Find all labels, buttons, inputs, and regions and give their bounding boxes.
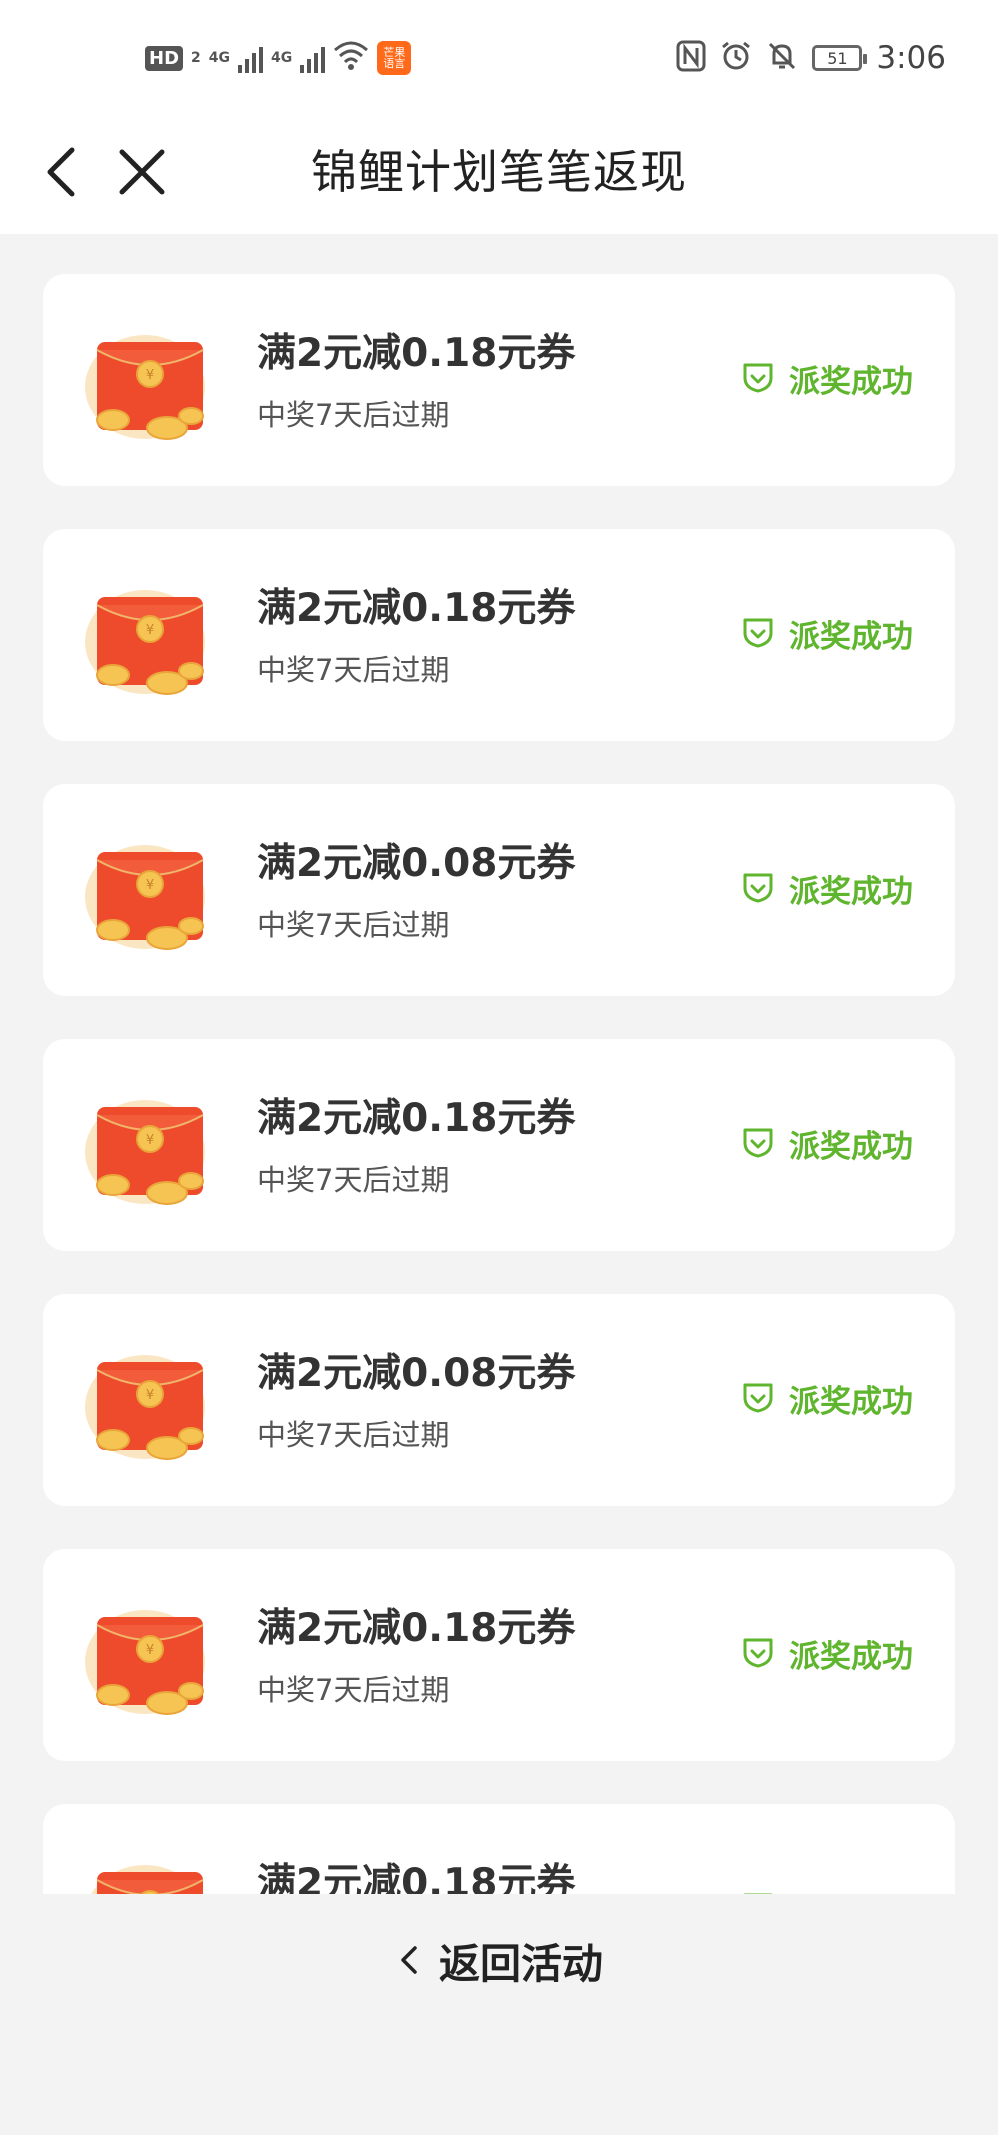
status-badge: 派奖成功	[741, 1121, 913, 1166]
red-envelope-icon: ¥	[83, 1097, 213, 1207]
reward-card[interactable]: ¥ 满2元减0.08元券中奖7天后过期 派奖成功	[43, 1294, 955, 1506]
wifi-icon	[333, 40, 369, 77]
signal-icon-2	[300, 43, 326, 73]
coupon-title: 满2元减0.18元券	[257, 586, 576, 631]
reward-card[interactable]: ¥ 满2元减0.18元券中奖7天后过期 派奖成功	[43, 274, 955, 486]
status-label: 派奖成功	[789, 1129, 913, 1165]
coupon-title: 满2元减0.18元券	[257, 1606, 576, 1651]
red-envelope-icon: ¥	[83, 587, 213, 697]
back-to-activity-button[interactable]: 返回活动	[0, 1930, 998, 1990]
status-label: 派奖成功	[789, 619, 913, 655]
status-badge: 派奖成功	[741, 356, 913, 401]
reward-card[interactable]: ¥满2元减0.18元券中奖7天后过期派奖成功	[43, 1804, 955, 1894]
red-envelope-icon: ¥	[83, 332, 213, 442]
reward-card[interactable]: ¥ 满2元减0.08元券中奖7天后过期 派奖成功	[43, 784, 955, 996]
battery-icon: 51	[812, 45, 868, 71]
mute-bell-icon	[766, 40, 798, 76]
shield-check-icon	[741, 615, 775, 653]
coupon-expiry: 中奖7天后过期	[257, 1418, 450, 1452]
reward-card[interactable]: ¥ 满2元减0.18元券中奖7天后过期 派奖成功	[43, 529, 955, 741]
coupon-title: 满2元减0.08元券	[257, 841, 576, 886]
status-badge: 派奖成功	[741, 866, 913, 911]
navigation-bar: 锦鲤计划笔笔返现	[0, 112, 998, 234]
coupon-title: 满2元减0.18元券	[257, 1861, 576, 1894]
shield-check-icon	[741, 1125, 775, 1163]
svg-text:¥: ¥	[146, 1133, 154, 1148]
signal-icon	[238, 43, 263, 73]
svg-text:¥: ¥	[146, 623, 154, 638]
status-badge: 派奖成功	[741, 611, 913, 656]
hd-badge: HD	[145, 45, 184, 71]
network-type-1: 4G	[208, 50, 230, 66]
reward-list: ¥ 满2元减0.18元券 中奖7天后过期 派奖成功 ¥ 满2元减0.18元券 中奖7天后过期…	[0, 234, 998, 1894]
status-label: 派奖成功	[789, 364, 913, 400]
coupon-expiry: 中奖7天后过期	[257, 908, 450, 942]
coupon-expiry: 中奖7天后过期	[257, 1163, 450, 1197]
network-type-2: 4G	[271, 50, 293, 66]
status-right: 51 3:06	[676, 38, 946, 78]
shield-check-icon	[741, 360, 775, 398]
status-label: 派奖成功	[789, 1639, 913, 1675]
coupon-expiry: 中奖7天后过期	[257, 398, 450, 432]
status-bar: HD 2 4G 4G 芒果 语言 51 3:06	[0, 0, 998, 112]
alarm-icon	[720, 40, 752, 76]
coupon-title: 满2元减0.18元券	[257, 331, 576, 376]
status-badge: 派奖成功	[741, 1631, 913, 1676]
coupon-title: 满2元减0.08元券	[257, 1351, 576, 1396]
back-to-activity-label: 返回活动	[439, 1940, 603, 1988]
page-title: 锦鲤计划笔笔返现	[311, 145, 687, 199]
svg-text:¥: ¥	[146, 878, 154, 893]
shield-check-icon	[741, 1635, 775, 1673]
coupon-expiry: 中奖7天后过期	[257, 1673, 450, 1707]
status-label: 派奖成功	[789, 1384, 913, 1420]
coupon-expiry: 中奖7天后过期	[257, 653, 450, 687]
clock: 3:06	[876, 40, 946, 76]
nfc-icon	[676, 40, 706, 76]
shield-check-icon	[741, 1380, 775, 1418]
hd-sub: 2	[191, 50, 201, 66]
status-left: HD 2 4G 4G 芒果 语言	[145, 38, 412, 78]
status-label: 派奖成功	[789, 1886, 913, 1894]
bottom-bar: 返回活动	[0, 1894, 998, 2135]
reward-card[interactable]: ¥ 满2元减0.18元券中奖7天后过期 派奖成功	[43, 1039, 955, 1251]
status-badge: 派奖成功	[741, 1886, 913, 1894]
red-envelope-icon: ¥	[83, 1607, 213, 1717]
svg-text:¥: ¥	[146, 368, 154, 383]
svg-text:¥: ¥	[146, 1643, 154, 1658]
app-notification-icon: 芒果 语言	[377, 41, 412, 75]
shield-check-icon	[741, 870, 775, 908]
svg-text:¥: ¥	[146, 1388, 154, 1403]
status-label: 派奖成功	[789, 874, 913, 910]
red-envelope-icon: ¥	[83, 842, 213, 952]
coupon-title: 满2元减0.18元券	[257, 1096, 576, 1141]
chevron-left-icon	[401, 1946, 417, 1974]
reward-card[interactable]: ¥ 满2元减0.18元券中奖7天后过期 派奖成功	[43, 1549, 955, 1761]
red-envelope-icon: ¥	[83, 1862, 213, 1894]
red-envelope-icon: ¥	[83, 1352, 213, 1462]
status-badge: 派奖成功	[741, 1376, 913, 1421]
